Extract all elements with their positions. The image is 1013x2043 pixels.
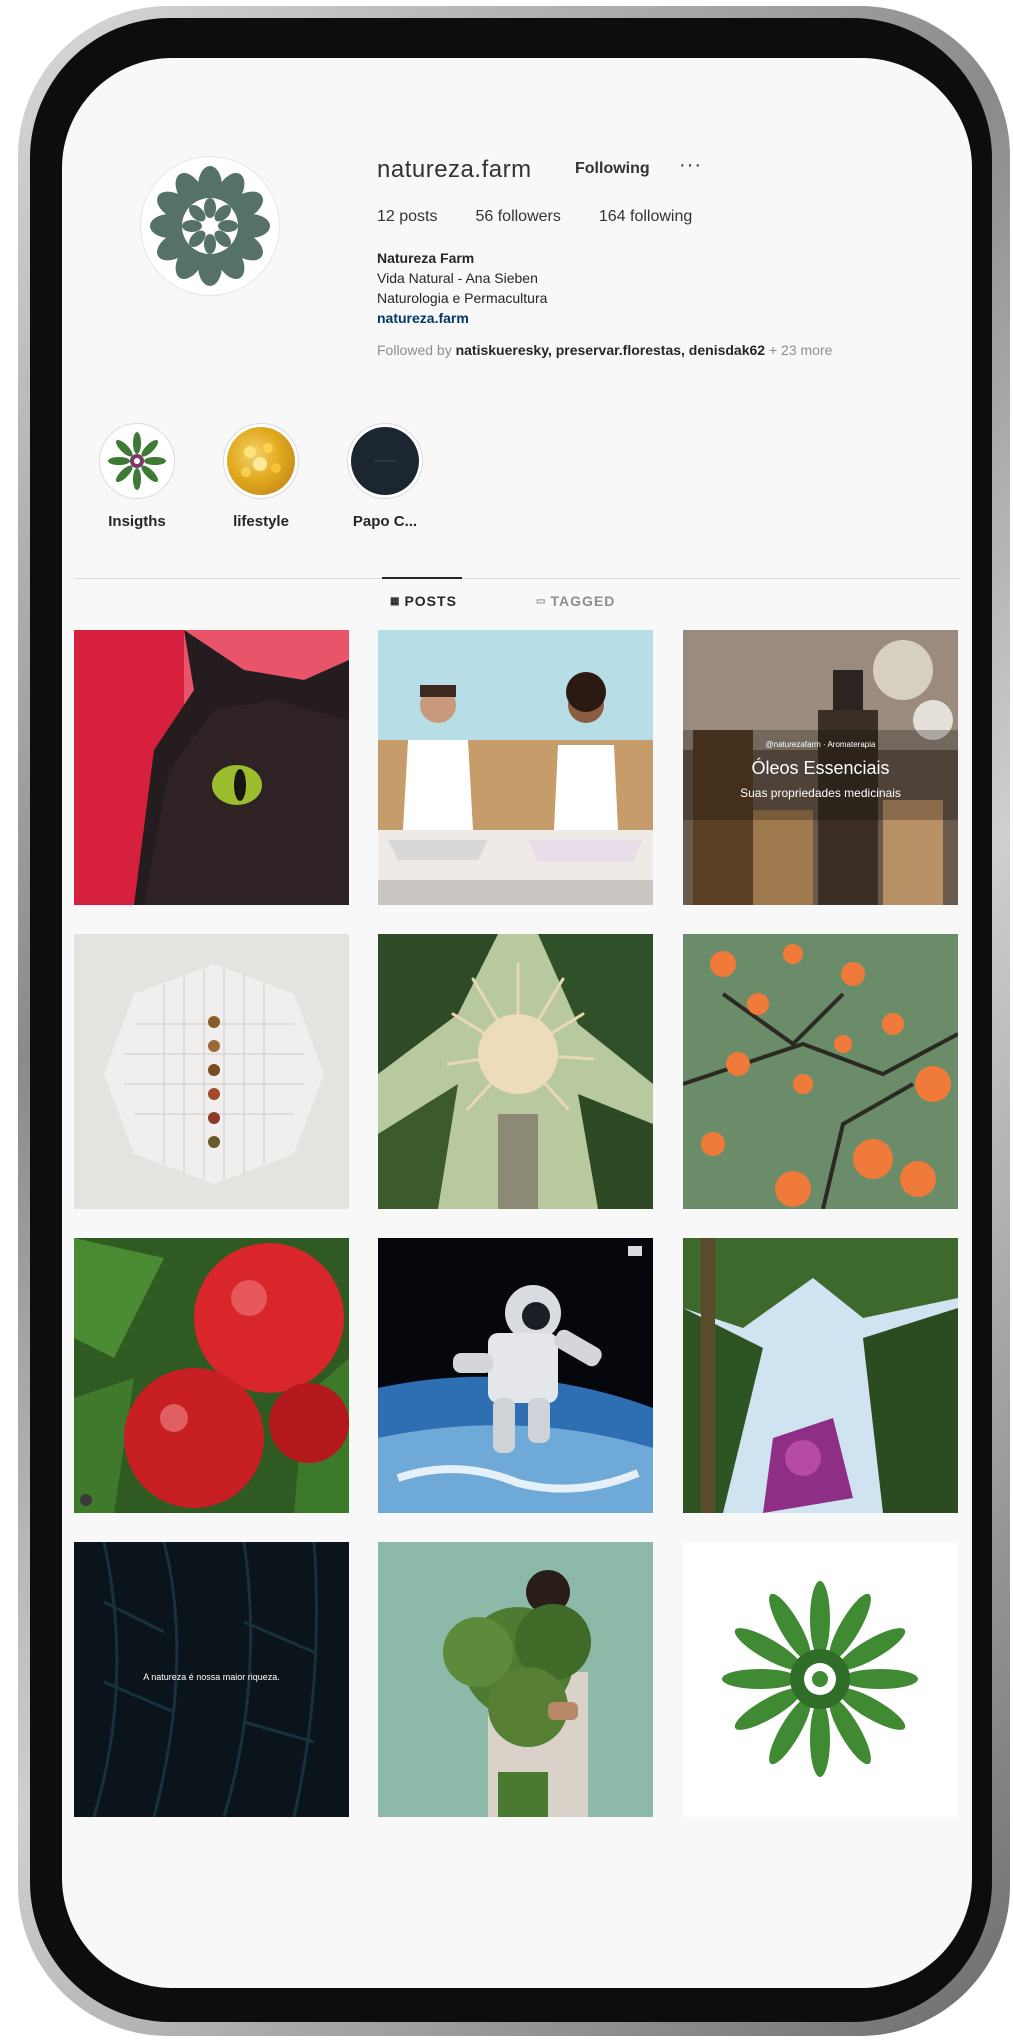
highlight-cover [227,427,295,495]
palm-flower-photo [378,934,653,1209]
highlight-label: Insigths [108,513,166,530]
tab-posts[interactable]: ▦ POSTS [390,593,457,609]
post-seeds-on-cloth[interactable] [74,934,349,1209]
followed-by-prefix: Followed by [377,342,456,358]
phone-screen: natureza.farm Following ··· 12 posts 56 … [62,58,972,1988]
post-caption-title: Óleos Essenciais [751,758,890,778]
bio-line: Naturologia e Permacultura [377,290,548,306]
followed-by-text[interactable]: Followed by natiskueresky, preservar.flo… [377,343,937,357]
tab-posts-label: POSTS [404,593,457,609]
following-button[interactable]: Following [575,160,650,178]
green-mandala-icon [108,432,166,490]
post-essential-oils[interactable]: @naturezafarm · Aromaterapia Óleos Essen… [683,630,958,905]
posts-count: 12 posts [377,208,438,225]
profile-full-name: Natureza Farm [377,250,475,266]
yellow-flowers-icon [241,443,281,477]
highlight-ring [223,423,299,499]
profile-username: natureza.farm [377,156,532,183]
followed-by-more: + 23 more [765,342,833,358]
followed-by-names: natiskueresky, preservar.florestas, deni… [455,342,766,358]
post-forest-canopy[interactable] [683,1238,958,1513]
profile-website-link[interactable]: natureza.farm [377,308,547,328]
grid-icon: ▦ [390,595,401,607]
highlight-lifestyle[interactable]: lifestyle [206,423,316,530]
tab-tagged[interactable]: ▭ TAGGED [536,593,615,609]
highlight-cover [351,427,419,495]
dark-cover-icon [374,460,396,462]
tag-icon: ▭ [536,595,547,607]
person-plants-photo [378,1542,653,1817]
highlight-papo[interactable]: Papo C... [330,423,440,530]
post-astronaut[interactable] [378,1238,653,1513]
mandala-logo-icon [150,166,270,286]
highlight-insigths[interactable]: Insigths [82,423,192,530]
leaf-mandala-photo [683,1542,958,1817]
tab-tagged-label: TAGGED [550,593,616,609]
profile-avatar[interactable] [140,156,280,296]
post-caption-text: A natureza é nossa maior riqueza. [143,1672,280,1682]
more-options-button[interactable]: ··· [679,154,702,177]
active-tab-indicator [382,577,462,579]
post-caption-subtitle: Suas propriedades medicinais [740,786,901,800]
profile-stats: 12 posts 56 followers 164 following [377,208,730,226]
highlight-ring [99,423,175,499]
cat-photo [74,630,349,905]
post-person-with-plants[interactable] [378,1542,653,1817]
followers-count[interactable]: 56 followers [475,208,560,226]
profile-bio: Natureza Farm Vida Natural - Ana Sieben … [377,248,547,328]
post-orange-tree[interactable] [683,934,958,1209]
seeds-photo [74,934,349,1209]
highlight-label: Papo C... [352,513,418,530]
post-cat[interactable] [74,630,349,905]
bio-line: Vida Natural - Ana Sieben [377,270,538,286]
orange-tree-photo [683,934,958,1209]
forest-canopy-photo [683,1238,958,1513]
post-tomatoes[interactable] [74,1238,349,1513]
post-leaf-mandala[interactable] [683,1542,958,1817]
post-dark-leaves[interactable]: A natureza é nossa maior riqueza. [74,1542,349,1817]
following-count[interactable]: 164 following [599,208,692,226]
post-palm-flower[interactable] [378,934,653,1209]
astronaut-photo [378,1238,653,1513]
highlight-cover [103,427,171,495]
post-couple-meditating[interactable] [378,630,653,905]
highlight-ring [347,423,423,499]
meditation-photo [378,630,653,905]
tabs-divider [74,578,960,579]
tomatoes-photo [74,1238,349,1513]
post-caption-small: @naturezafarm · Aromaterapia [765,740,876,749]
highlight-label: lifestyle [233,513,289,530]
